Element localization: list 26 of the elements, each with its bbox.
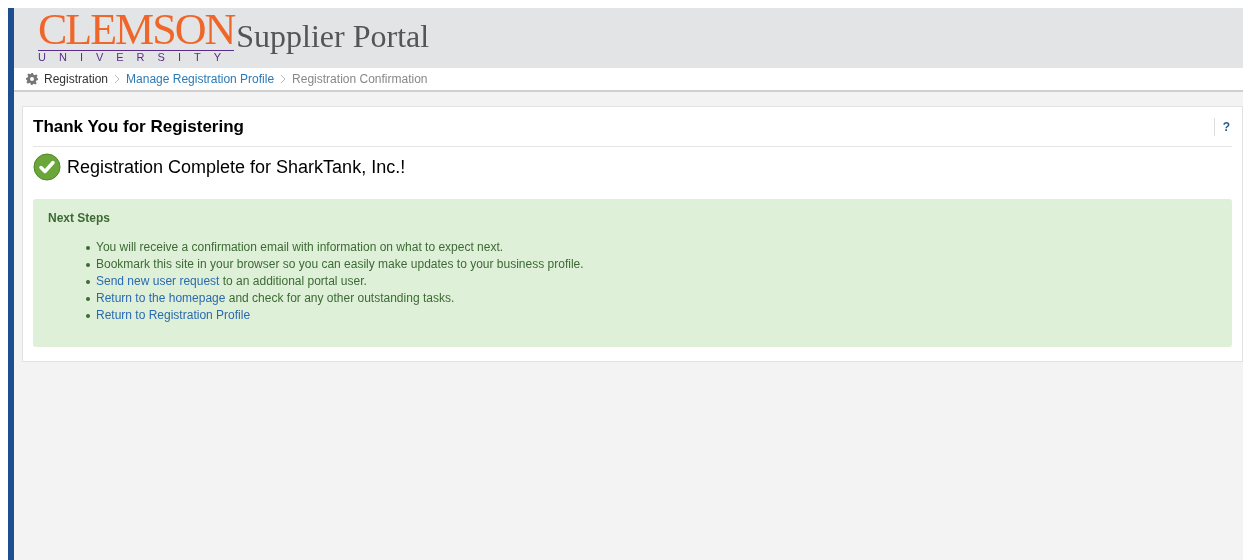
next-steps-title: Next Steps: [48, 210, 112, 227]
bullet-icon: [86, 296, 90, 301]
breadcrumb-item[interactable]: Manage Registration Profile: [126, 70, 275, 88]
logo-subtitle: UNIVERSITY: [38, 50, 234, 64]
step-text: Bookmark this site in your browser so you can easily make updates to your business profile.: [96, 256, 584, 273]
help-button[interactable]: ?: [1213, 117, 1232, 136]
step-text: Send new user request to an additional portal user.: [96, 273, 367, 290]
bullet-icon: [86, 313, 90, 318]
step-text: You will receive a confirmation email with information on what to expect next.: [96, 239, 504, 256]
chevron-icon: [114, 74, 121, 84]
step-link[interactable]: Send new user request: [96, 274, 220, 288]
chevron-icon: [280, 74, 287, 84]
bullet-icon: [86, 262, 90, 267]
logo-wordmark: CLEMSON: [38, 10, 235, 50]
breadcrumb-item: Registration Confirmation: [292, 71, 428, 88]
bullet-icon: [86, 279, 90, 284]
step-link[interactable]: Return to the homepage: [96, 291, 226, 305]
portal-title: Supplier Portal: [236, 17, 430, 56]
breadcrumb-item[interactable]: Registration: [44, 70, 109, 88]
confirmation-message: Registration Complete for SharkTank, Inc.!: [67, 155, 406, 179]
page-title: Thank You for Registering: [33, 115, 244, 138]
gear-icon: [26, 73, 38, 85]
step-text: Return to the homepage and check for any other outstanding tasks.: [96, 290, 455, 307]
step-link[interactable]: Return to Registration Profile: [96, 307, 251, 324]
bullet-icon: [86, 245, 90, 250]
check-icon: [33, 153, 61, 181]
